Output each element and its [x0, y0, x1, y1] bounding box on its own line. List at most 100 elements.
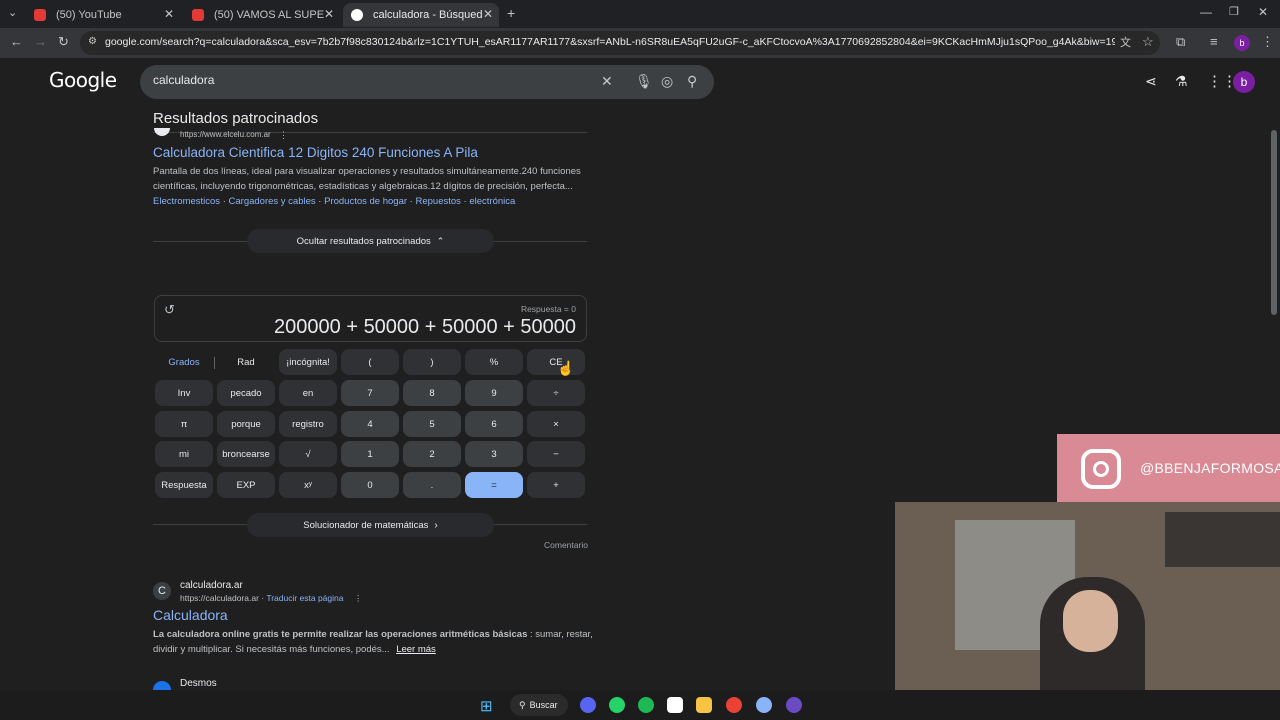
calc-key[interactable]: 6: [465, 411, 523, 437]
calc-key[interactable]: Inv: [155, 380, 213, 406]
tab-search-icon[interactable]: ⌄: [8, 6, 17, 19]
capcut-icon[interactable]: [667, 697, 683, 713]
profile-avatar[interactable]: b: [1234, 35, 1250, 51]
calc-key[interactable]: −: [527, 441, 585, 467]
result-url[interactable]: https://calculadora.ar: [180, 593, 259, 603]
calc-key[interactable]: =: [465, 472, 523, 498]
calc-key[interactable]: Respuesta: [155, 472, 213, 498]
calc-key[interactable]: π: [155, 411, 213, 437]
sitelink[interactable]: electrónica: [469, 196, 515, 207]
calc-key[interactable]: porque: [217, 411, 275, 437]
new-tab-icon[interactable]: +: [507, 5, 515, 21]
calc-key[interactable]: mi: [155, 441, 213, 467]
microphone-icon[interactable]: 🎙: [635, 73, 653, 90]
close-icon[interactable]: ✕: [164, 7, 174, 21]
tab-title: (50) VAMOS AL SUPERMERCAD: [214, 9, 324, 21]
search-input[interactable]: [153, 73, 553, 87]
sitelink[interactable]: Electromesticos: [153, 196, 220, 207]
sitelink[interactable]: Productos de hogar: [324, 196, 407, 207]
reload-icon[interactable]: ↻: [58, 34, 69, 50]
feedback-link[interactable]: Comentario: [544, 540, 588, 550]
calc-key[interactable]: 9: [465, 380, 523, 406]
translate-icon[interactable]: 文: [1120, 34, 1131, 50]
url-text[interactable]: google.com/search?q=calculadora&sca_esv=…: [105, 36, 1115, 48]
address-bar[interactable]: ⚙ google.com/search?q=calculadora&sca_es…: [80, 31, 1160, 55]
media-icon[interactable]: ≡: [1210, 34, 1218, 49]
back-icon[interactable]: ←: [10, 34, 23, 49]
minimize-icon[interactable]: —: [1200, 5, 1212, 19]
calc-key[interactable]: Grados: [155, 349, 213, 375]
tab-title: (50) YouTube: [56, 9, 122, 21]
ad-site-url[interactable]: https://www.elcelu.com.ar: [180, 130, 271, 139]
calc-key[interactable]: CE: [527, 349, 585, 375]
ad-more-icon[interactable]: ⋮: [279, 130, 288, 141]
calc-key[interactable]: en: [279, 380, 337, 406]
discord-icon[interactable]: [580, 697, 596, 713]
calc-key[interactable]: EXP: [217, 472, 275, 498]
calc-key[interactable]: +: [527, 472, 585, 498]
history-icon[interactable]: ↺: [164, 302, 175, 318]
whatsapp-icon[interactable]: [609, 697, 625, 713]
calc-key[interactable]: xʸ: [279, 472, 337, 498]
result-site-name[interactable]: Desmos: [180, 678, 217, 689]
close-icon[interactable]: ✕: [483, 7, 493, 21]
translate-link[interactable]: Traducir esta página: [266, 593, 343, 603]
extensions-icon[interactable]: ⧉: [1176, 34, 1185, 50]
calc-key[interactable]: 7: [341, 380, 399, 406]
calc-key[interactable]: 5: [403, 411, 461, 437]
sitelink[interactable]: Repuestos: [415, 196, 460, 207]
calc-key[interactable]: pecado: [217, 380, 275, 406]
calc-key[interactable]: %: [465, 349, 523, 375]
calc-key[interactable]: .: [403, 472, 461, 498]
sitelink[interactable]: Cargadores y cables: [229, 196, 316, 207]
spotify-icon[interactable]: [638, 697, 654, 713]
menu-icon[interactable]: ⋮: [1261, 34, 1274, 50]
result-site-name[interactable]: calculadora.ar: [180, 580, 243, 591]
taskbar-search[interactable]: ⚲ Buscar: [510, 694, 568, 716]
file-explorer-icon[interactable]: [696, 697, 712, 713]
clear-icon[interactable]: ✕: [601, 73, 613, 90]
calc-key[interactable]: 2: [403, 441, 461, 467]
search-box[interactable]: ✕ 🎙 ◎ ⚲: [140, 65, 714, 99]
lens-icon[interactable]: ◎: [661, 73, 673, 90]
search-icon[interactable]: ⚲: [687, 73, 697, 90]
restore-icon[interactable]: ❐: [1229, 5, 1239, 18]
calc-key[interactable]: ÷: [527, 380, 585, 406]
chrome-icon[interactable]: [726, 697, 742, 713]
calc-key[interactable]: 0: [341, 472, 399, 498]
obs-icon[interactable]: [786, 697, 802, 713]
calc-key[interactable]: registro: [279, 411, 337, 437]
calc-key[interactable]: √: [279, 441, 337, 467]
hide-sponsored-button[interactable]: Ocultar resultados patrocinados ⌃: [247, 229, 494, 253]
calc-key[interactable]: ¡incógnita!: [279, 349, 337, 375]
math-solver-button[interactable]: Solucionador de matemáticas ›: [247, 513, 494, 537]
calc-key[interactable]: 8: [403, 380, 461, 406]
calc-key[interactable]: Rad: [217, 349, 275, 375]
forward-icon[interactable]: →: [34, 34, 47, 49]
tab-calculadora[interactable]: calculadora - Búsqueda de Goo ✕: [343, 3, 499, 27]
google-logo[interactable]: Google: [49, 68, 117, 92]
tab-video[interactable]: (50) VAMOS AL SUPERMERCAD ✕: [184, 3, 340, 27]
scrollbar-thumb[interactable]: [1271, 130, 1277, 315]
calc-key[interactable]: ): [403, 349, 461, 375]
result-title-link[interactable]: Calculadora: [153, 607, 228, 623]
ad-title-link[interactable]: Calculadora Cientifica 12 Digitos 240 Fu…: [153, 145, 478, 160]
tab-youtube[interactable]: (50) YouTube ✕: [26, 3, 180, 27]
windows-start-icon[interactable]: ⊞: [480, 697, 493, 715]
close-window-icon[interactable]: ✕: [1258, 5, 1268, 19]
close-icon[interactable]: ✕: [324, 7, 334, 21]
calc-key[interactable]: 4: [341, 411, 399, 437]
calc-key[interactable]: 1: [341, 441, 399, 467]
chrome-profile-icon[interactable]: [756, 697, 772, 713]
read-more-link[interactable]: Leer más: [396, 644, 436, 655]
calc-key[interactable]: broncearse: [217, 441, 275, 467]
result-more-icon[interactable]: ⋮: [354, 593, 363, 603]
labs-icon[interactable]: ⚗: [1175, 73, 1188, 90]
calc-key[interactable]: (: [341, 349, 399, 375]
calc-key[interactable]: ×: [527, 411, 585, 437]
site-info-icon[interactable]: ⚙: [88, 36, 97, 47]
share-icon[interactable]: ⋖: [1145, 73, 1157, 90]
calc-key[interactable]: 3: [465, 441, 523, 467]
account-avatar[interactable]: b: [1233, 71, 1255, 93]
bookmark-star-icon[interactable]: ☆: [1142, 34, 1154, 50]
